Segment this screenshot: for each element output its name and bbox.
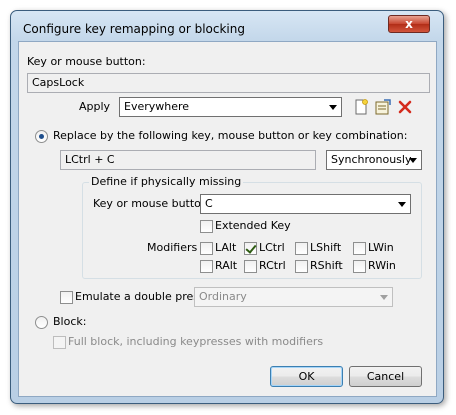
block-radio-label: Block:: [53, 315, 87, 328]
modifier-ralt-checkbox[interactable]: [200, 260, 213, 273]
double-press-select[interactable]: Ordinary: [194, 287, 393, 307]
close-icon: x: [405, 17, 413, 31]
modifier-lalt-label: LAlt: [215, 241, 237, 254]
full-block-checkbox[interactable]: [53, 336, 66, 349]
extended-key-checkbox[interactable]: [200, 220, 213, 233]
key-value-field[interactable]: CapsLock: [27, 73, 430, 93]
edit-properties-icon[interactable]: [374, 98, 392, 116]
modifier-lshift-checkbox[interactable]: [295, 242, 308, 255]
dialog-window: Configure key remapping or blocking x Ke…: [10, 10, 444, 404]
replace-radio[interactable]: [35, 130, 48, 143]
modifier-rshift-checkbox[interactable]: [295, 260, 308, 273]
combination-field[interactable]: LCtrl + C: [60, 150, 316, 170]
dialog-client-area: Key or mouse button: CapsLock Apply Ever…: [18, 41, 437, 397]
modifier-lctrl-label: LCtrl: [259, 241, 285, 254]
double-press-value: Ordinary: [199, 290, 247, 303]
modifier-rctrl-checkbox[interactable]: [244, 260, 257, 273]
extended-key-label: Extended Key: [215, 219, 291, 232]
chevron-down-icon: [329, 105, 337, 110]
replace-radio-label: Replace by the following key, mouse butt…: [53, 129, 408, 142]
full-block-label: Full block, including keypresses with mo…: [68, 335, 324, 348]
sync-mode-value: Synchronously: [331, 153, 412, 166]
new-document-icon[interactable]: [352, 98, 370, 116]
dialog-title: Configure key remapping or blocking: [23, 22, 245, 36]
chevron-down-icon: [380, 295, 388, 300]
block-radio[interactable]: [35, 316, 48, 329]
chevron-down-icon: [398, 202, 406, 207]
group-title: Define if physically missing: [89, 175, 244, 188]
modifier-rshift-label: RShift: [310, 259, 343, 272]
modifier-lwin-label: LWin: [368, 241, 394, 254]
modifier-rctrl-label: RCtrl: [259, 259, 286, 272]
double-press-checkbox[interactable]: [60, 291, 73, 304]
group-key-select[interactable]: C: [200, 194, 411, 214]
delete-icon[interactable]: [396, 98, 414, 116]
cancel-button[interactable]: Cancel: [349, 366, 422, 387]
group-key-label: Key or mouse button: [93, 197, 208, 210]
modifier-lctrl-checkbox[interactable]: [244, 242, 257, 255]
ok-button[interactable]: OK: [270, 366, 343, 387]
apply-select-value: Everywhere: [124, 100, 190, 113]
modifier-rwin-checkbox[interactable]: [353, 260, 366, 273]
chevron-down-icon: [409, 158, 417, 163]
group-key-value: C: [205, 197, 213, 210]
modifier-lshift-label: LShift: [310, 241, 342, 254]
modifiers-label: Modifiers: [147, 241, 198, 254]
modifier-rwin-label: RWin: [368, 259, 396, 272]
apply-select[interactable]: Everywhere: [119, 97, 342, 117]
key-label: Key or mouse button:: [27, 55, 146, 68]
apply-label: Apply: [79, 100, 111, 113]
modifier-lwin-checkbox[interactable]: [353, 242, 366, 255]
close-button[interactable]: x: [388, 15, 430, 33]
sync-mode-select[interactable]: Synchronously: [326, 150, 422, 170]
double-press-label: Emulate a double press:: [75, 290, 209, 303]
title-bar[interactable]: Configure key remapping or blocking x: [11, 11, 443, 41]
modifier-lalt-checkbox[interactable]: [200, 242, 213, 255]
modifier-ralt-label: RAlt: [215, 259, 238, 272]
